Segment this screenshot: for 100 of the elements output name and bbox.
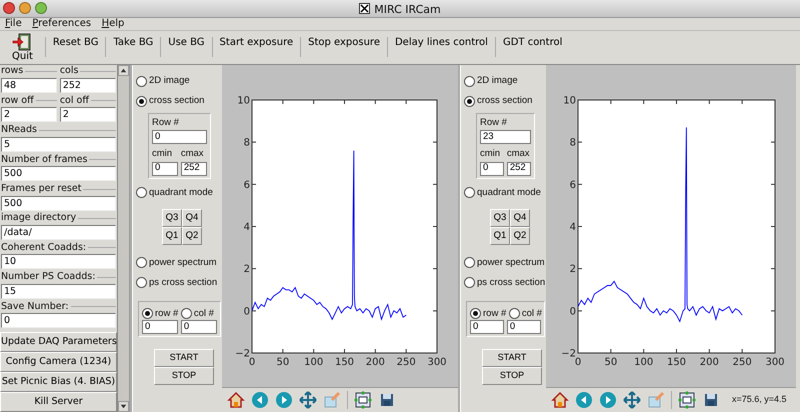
radio-label[interactable]: power spectrum (149, 256, 217, 270)
action-button[interactable]: Config Camera (1234) (0, 352, 117, 372)
input-field[interactable]: 23 (480, 130, 531, 144)
radio-label[interactable]: col # (522, 306, 542, 321)
radio-label[interactable]: cross section (149, 94, 204, 108)
radio-button[interactable] (464, 96, 475, 106)
toolbar-button[interactable]: GDT control (496, 31, 570, 64)
menu-item[interactable]: Help (102, 18, 124, 30)
radio-button[interactable] (464, 76, 475, 86)
subplots-icon[interactable] (354, 391, 372, 409)
maximize-button[interactable] (34, 2, 47, 14)
input-field[interactable]: 5 (1, 136, 116, 152)
pan-icon[interactable] (623, 391, 641, 409)
input-field[interactable]: 0 (506, 320, 541, 334)
tick-label: 2 (570, 264, 576, 276)
back-icon[interactable] (251, 391, 269, 409)
scroll-down-icon[interactable] (118, 401, 129, 412)
radio-button[interactable] (136, 187, 147, 198)
radio-label[interactable]: power spectrum (477, 256, 545, 270)
radio-button[interactable] (136, 76, 147, 86)
tick-label: 0 (248, 357, 256, 368)
stop-button[interactable]: STOP (154, 366, 214, 385)
subplots-icon[interactable] (678, 391, 696, 409)
radio-button[interactable] (142, 308, 153, 320)
forward-icon[interactable] (599, 391, 617, 409)
radio-label[interactable]: quadrant mode (477, 186, 541, 200)
toolbar-button[interactable]: Start exposure (212, 31, 300, 64)
scroll-up-icon[interactable] (118, 65, 129, 76)
radio-label[interactable]: 2D image (149, 74, 190, 88)
quadrant-button[interactable]: Q4 (182, 208, 202, 227)
radio-button[interactable] (464, 187, 475, 198)
menu-item[interactable]: File (5, 18, 22, 30)
field-label: col off (60, 94, 116, 108)
input-field[interactable]: /data/ (1, 224, 116, 240)
input-field[interactable]: 15 (1, 284, 116, 299)
input-field[interactable]: 0 (180, 320, 217, 334)
action-button[interactable]: Update DAQ Parameters (0, 332, 117, 352)
radio-button[interactable] (464, 277, 475, 288)
quadrant-button[interactable]: Q3 (490, 208, 510, 227)
input-field[interactable]: 0 (1, 313, 116, 328)
radio-button[interactable] (508, 308, 520, 320)
scrollbar[interactable] (118, 65, 130, 412)
home-icon[interactable] (551, 391, 569, 409)
quadrant-button[interactable]: Q2 (182, 226, 202, 245)
radio-button[interactable] (136, 257, 147, 268)
radio-label[interactable]: row # (155, 306, 178, 321)
toolbar-button[interactable]: Delay lines control (388, 31, 495, 64)
toolbar-button[interactable]: Take BG (106, 31, 160, 64)
stop-button[interactable]: STOP (482, 366, 542, 385)
radio-label[interactable]: ps cross section (149, 276, 218, 290)
action-button[interactable]: Set Picnic Bias (4. BIAS) (0, 372, 117, 392)
input-field[interactable]: 0 (470, 320, 504, 334)
input-field[interactable]: 252 (180, 162, 207, 176)
toolbar-button[interactable]: Reset BG (46, 31, 106, 64)
radio-label[interactable]: cross section (477, 94, 532, 108)
radio-label[interactable]: row # (483, 306, 506, 321)
quadrant-button[interactable]: Q3 (162, 208, 182, 227)
input-field[interactable]: 500 (1, 166, 116, 182)
action-button[interactable]: Kill Server (0, 392, 117, 412)
radio-label[interactable]: quadrant mode (149, 186, 213, 200)
back-icon[interactable] (575, 391, 593, 409)
quadrant-button[interactable]: Q1 (162, 226, 182, 245)
menu-item[interactable]: Preferences (32, 18, 92, 30)
radio-label[interactable]: ps cross section (477, 276, 546, 290)
quadrant-button[interactable]: Q1 (490, 226, 510, 245)
radio-label[interactable]: 2D image (477, 74, 518, 88)
pan-icon[interactable] (299, 391, 317, 409)
save-icon[interactable] (378, 391, 396, 409)
field-label: cmax (506, 147, 531, 162)
toolbar-button[interactable]: Use BG (161, 31, 212, 64)
input-field[interactable]: 2 (1, 107, 58, 122)
input-field[interactable]: 10 (1, 254, 116, 270)
home-icon[interactable] (227, 391, 245, 409)
field-label: Row # (152, 116, 180, 130)
input-field[interactable]: 252 (60, 78, 116, 93)
radio-button[interactable] (464, 257, 475, 268)
start-button[interactable]: START (482, 348, 542, 367)
radio-button[interactable] (136, 96, 147, 106)
input-field[interactable]: 252 (506, 162, 531, 176)
radio-button[interactable] (470, 308, 481, 320)
close-button[interactable] (2, 2, 15, 14)
input-field[interactable]: 0 (480, 162, 504, 176)
quit-button[interactable]: Quit (0, 31, 45, 64)
input-field[interactable]: 500 (1, 196, 116, 211)
radio-label[interactable]: col # (194, 306, 214, 321)
input-field[interactable]: 48 (1, 78, 58, 93)
radio-button[interactable] (180, 308, 192, 320)
toolbar-button[interactable]: Stop exposure (301, 31, 387, 64)
input-field[interactable]: 2 (60, 107, 116, 122)
input-field[interactable]: 0 (152, 130, 207, 144)
quadrant-button[interactable]: Q2 (510, 226, 530, 245)
minimize-button[interactable] (18, 2, 31, 14)
forward-icon[interactable] (275, 391, 293, 409)
field-label: row off (1, 94, 58, 108)
input-field[interactable]: 0 (142, 320, 178, 334)
save-icon[interactable] (702, 391, 720, 409)
quadrant-button[interactable]: Q4 (510, 208, 530, 227)
radio-button[interactable] (136, 277, 147, 288)
input-field[interactable]: 0 (152, 162, 178, 176)
start-button[interactable]: START (154, 348, 214, 367)
